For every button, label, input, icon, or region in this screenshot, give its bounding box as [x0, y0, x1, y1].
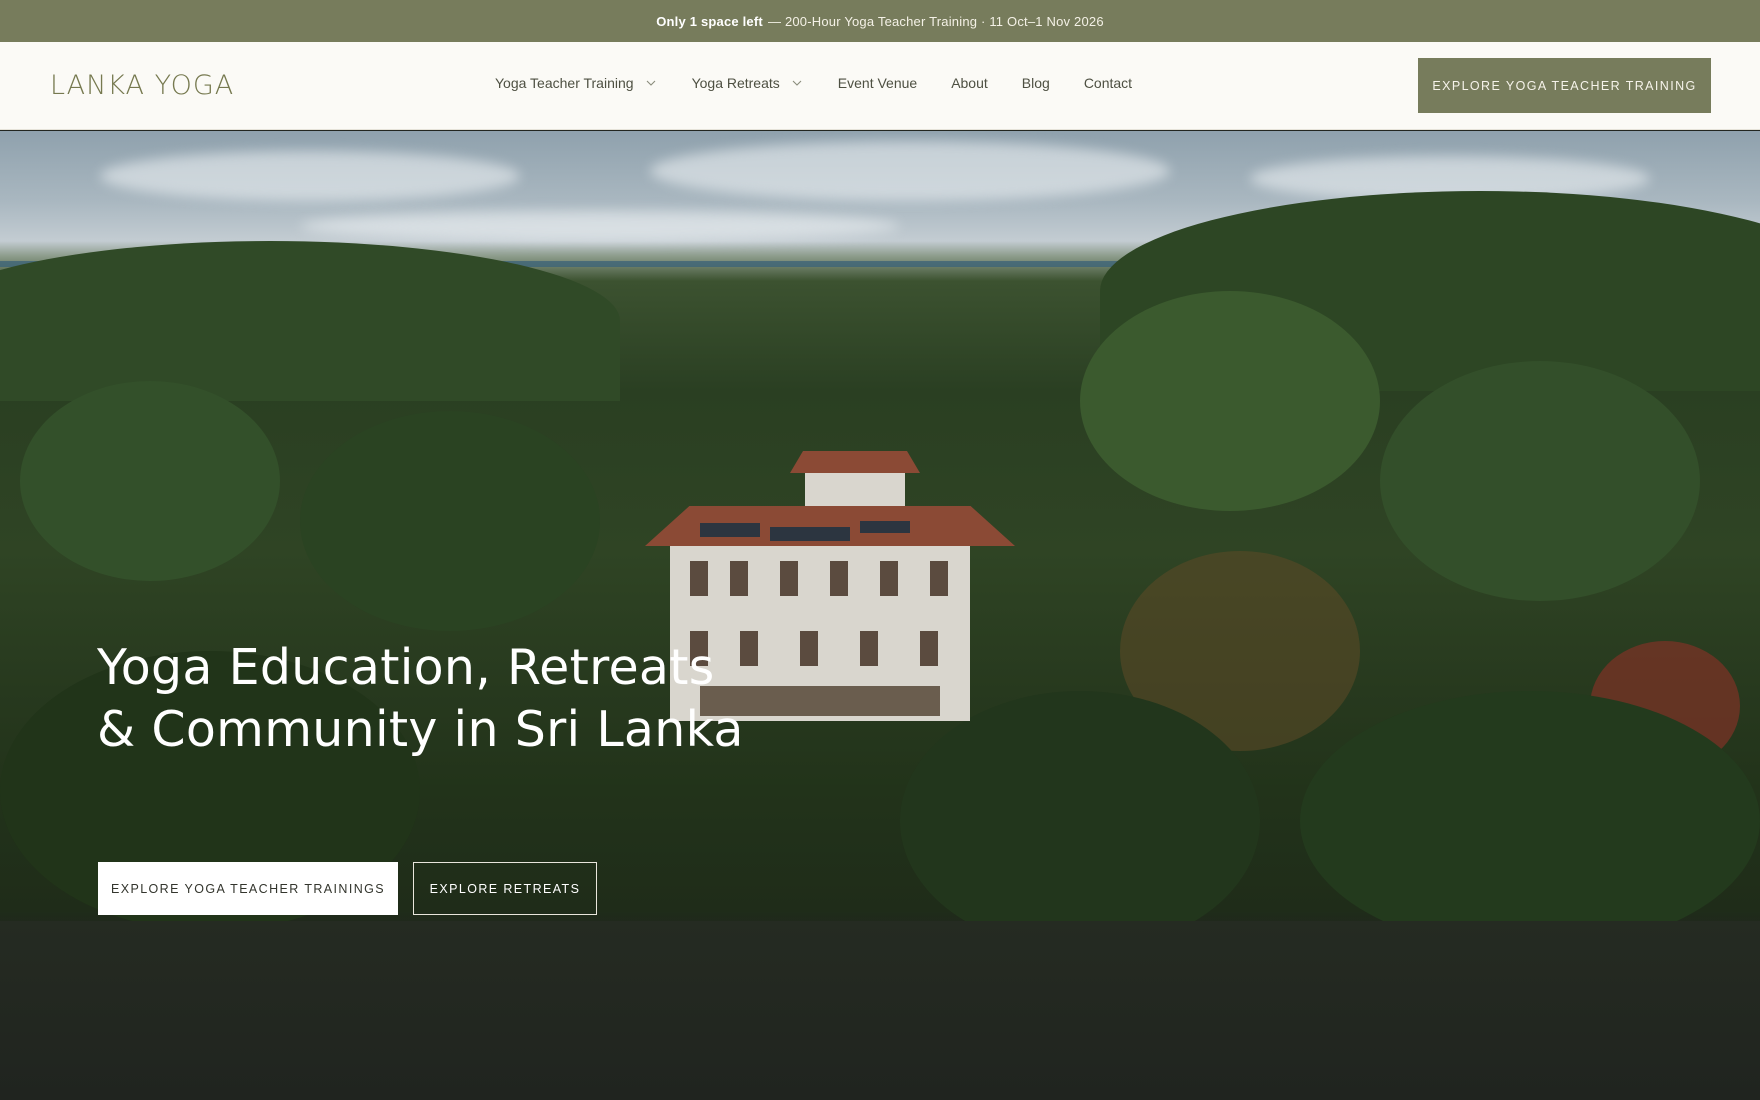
nav-item-yoga-retreats[interactable]: Yoga Retreats: [692, 75, 802, 91]
nav-item-event-venue[interactable]: Event Venue: [838, 75, 917, 91]
nav-item-yoga-teacher-training[interactable]: Yoga Teacher Training: [495, 75, 656, 91]
explore-teacher-training-button[interactable]: EXPLORE YOGA TEACHER TRAINING: [1418, 58, 1711, 113]
nav-item-label: Yoga Retreats: [691, 75, 780, 91]
nav-item-blog[interactable]: Blog: [1022, 75, 1050, 91]
explore-retreats-button[interactable]: EXPLORE RETREATS: [413, 862, 597, 915]
hero-title-line-1: Yoga Education, Retreats: [97, 639, 715, 696]
hero-section: Yoga Education, Retreats & Community in …: [0, 131, 1760, 1100]
announcement-text: — 200-Hour Yoga Teacher Training · 11 Oc…: [767, 13, 1104, 29]
announcement-bar: Only 1 space left — 200-Hour Yoga Teache…: [0, 0, 1760, 42]
chevron-down-icon: [646, 80, 656, 86]
nav-item-contact[interactable]: Contact: [1084, 75, 1132, 91]
explore-teacher-trainings-button[interactable]: EXPLORE YOGA TEACHER TRAININGS: [98, 862, 398, 915]
hero-title-line-2: & Community in Sri Lanka: [97, 701, 744, 758]
chevron-down-icon: [792, 80, 802, 86]
site-header: LANKA YOGA Yoga Teacher Training Yoga Re…: [0, 42, 1760, 130]
hero-title: Yoga Education, Retreats & Community in …: [97, 637, 744, 761]
nav-item-label: Yoga Teacher Training: [495, 75, 634, 91]
site-logo[interactable]: LANKA YOGA: [50, 70, 234, 101]
main-nav: Yoga Teacher Training Yoga Retreats Even…: [495, 75, 1166, 91]
announcement-highlight: Only 1 space left: [656, 13, 763, 29]
nav-item-about[interactable]: About: [951, 75, 988, 91]
